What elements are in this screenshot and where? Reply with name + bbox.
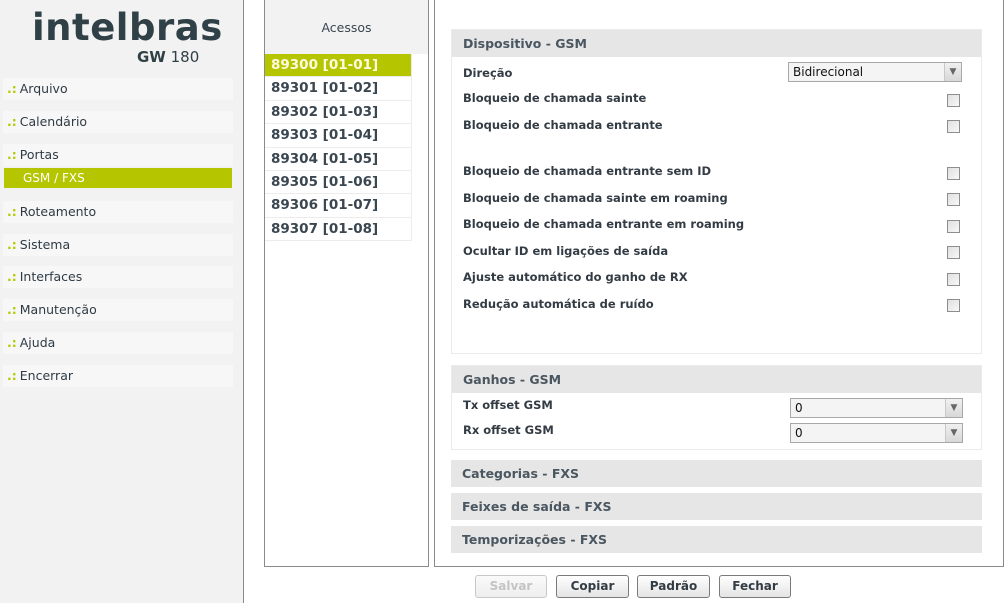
sidebar-item-label: Roteamento xyxy=(19,204,97,219)
sidebar-item-label: Encerrar xyxy=(19,368,73,383)
section-outgoing-fxs: Feixes de saída - FXS xyxy=(451,493,982,520)
section-header-device-gsm[interactable]: Dispositivo - GSM xyxy=(452,30,981,57)
rx-offset-label: Rx offset GSM xyxy=(463,423,554,437)
close-button[interactable]: Fechar xyxy=(719,575,791,598)
bullet-icon: .: xyxy=(7,269,17,284)
sidebar: intelbras GW 180 .: Arquivo .: Calendário … xyxy=(0,0,244,603)
bullet-icon: .: xyxy=(7,81,17,96)
section-header-timings-fxs[interactable]: Temporizações - FXS xyxy=(451,526,982,553)
sidebar-item-interfaces[interactable]: .: Interfaces xyxy=(3,266,233,288)
block-outgoing-roaming-checkbox[interactable] xyxy=(947,193,960,206)
checkbox-label: Bloqueio de chamada sainte em roaming xyxy=(463,191,728,205)
checkbox-label: Ajuste automático do ganho de RX xyxy=(463,270,688,284)
bullet-icon: .: xyxy=(7,147,17,162)
sidebar-item-calendario[interactable]: .: Calendário xyxy=(3,111,233,133)
block-incoming-no-id-checkbox[interactable] xyxy=(947,167,960,180)
bullet-icon: .: xyxy=(7,237,17,252)
section-categories-fxs: Categorias - FXS xyxy=(451,460,982,487)
bullet-icon: .: xyxy=(7,368,17,383)
chevron-down-icon: ▼ xyxy=(944,63,961,81)
sidebar-item-portas[interactable]: .: Portas xyxy=(3,144,233,166)
sidebar-item-label: Sistema xyxy=(19,237,71,252)
section-header-gains-gsm[interactable]: Ganhos - GSM xyxy=(452,366,981,393)
access-item[interactable]: 89303 [01-04] xyxy=(265,124,412,148)
hide-id-checkbox[interactable] xyxy=(947,246,960,259)
sidebar-subitem-gsm-fxs[interactable]: GSM / FXS xyxy=(4,168,232,188)
section-timings-fxs: Temporizações - FXS xyxy=(451,526,982,553)
sidebar-item-label: Manutenção xyxy=(19,302,97,317)
block-outgoing-checkbox[interactable] xyxy=(947,94,960,107)
access-item[interactable]: 89306 [01-07] xyxy=(265,194,412,218)
rx-offset-value: 0 xyxy=(795,426,803,440)
sidebar-item-sistema[interactable]: .: Sistema xyxy=(3,234,233,256)
config-panel: Dispositivo - GSM Direção Bidirecional ▼… xyxy=(434,0,1004,567)
tx-offset-label: Tx offset GSM xyxy=(463,398,553,412)
noise-reduction-checkbox[interactable] xyxy=(947,299,960,312)
checkbox-label: Bloqueio de chamada entrante em roaming xyxy=(463,217,745,231)
sidebar-item-ajuda[interactable]: .: Ajuda xyxy=(3,332,233,354)
sidebar-item-label: Arquivo xyxy=(19,81,68,96)
access-item[interactable]: 89301 [01-02] xyxy=(265,77,412,101)
model-prefix: GW xyxy=(137,48,166,66)
access-list: 89300 [01-01] 89301 [01-02] 89302 [01-03… xyxy=(265,54,412,242)
direction-select[interactable]: Bidirecional ▼ xyxy=(788,62,962,82)
direction-value: Bidirecional xyxy=(793,65,864,79)
tx-offset-select[interactable]: 0 ▼ xyxy=(790,398,963,418)
bullet-icon: .: xyxy=(7,335,17,350)
section-header-outgoing-fxs[interactable]: Feixes de saída - FXS xyxy=(451,493,982,520)
checkbox-label: Bloqueio de chamada entrante sem ID xyxy=(463,164,712,178)
copy-button[interactable]: Copiar xyxy=(556,575,629,598)
auto-rx-gain-checkbox[interactable] xyxy=(947,273,960,286)
access-item[interactable]: 89304 [01-05] xyxy=(265,147,412,171)
bullet-icon: .: xyxy=(7,114,17,129)
sidebar-item-label: Calendário xyxy=(19,114,88,129)
model-number: 180 xyxy=(170,48,200,66)
save-button[interactable]: Salvar xyxy=(475,575,547,598)
block-incoming-checkbox[interactable] xyxy=(947,120,960,133)
chevron-down-icon: ▼ xyxy=(945,424,962,442)
access-item[interactable]: 89307 [01-08] xyxy=(265,217,412,242)
bullet-icon: .: xyxy=(7,302,17,317)
block-incoming-roaming-checkbox[interactable] xyxy=(947,220,960,233)
checkbox-label: Bloqueio de chamada sainte xyxy=(463,91,647,105)
model-label: GW 180 xyxy=(137,48,199,66)
tx-offset-value: 0 xyxy=(795,401,803,415)
sidebar-item-label: Ajuda xyxy=(19,335,56,350)
checkbox-label: Bloqueio de chamada entrante xyxy=(463,118,663,132)
direction-label: Direção xyxy=(463,66,513,80)
access-panel: Acessos 89300 [01-01] 89301 [01-02] 8930… xyxy=(264,0,429,567)
section-header-categories-fxs[interactable]: Categorias - FXS xyxy=(451,460,982,487)
sidebar-item-manutencao[interactable]: .: Manutenção xyxy=(3,299,233,321)
chevron-down-icon: ▼ xyxy=(945,399,962,417)
access-header: Acessos xyxy=(265,0,428,54)
checkbox-label: Redução automática de ruído xyxy=(463,297,654,311)
section-device-gsm: Dispositivo - GSM Direção Bidirecional ▼… xyxy=(451,29,982,354)
sidebar-item-arquivo[interactable]: .: Arquivo xyxy=(3,78,233,100)
section-gains-gsm: Ganhos - GSM Tx offset GSM 0 ▼ Rx offset… xyxy=(451,365,982,450)
default-button[interactable]: Padrão xyxy=(637,575,710,598)
sidebar-item-label: Portas xyxy=(19,147,59,162)
access-item[interactable]: 89305 [01-06] xyxy=(265,170,412,195)
bullet-icon: .: xyxy=(7,204,17,219)
sidebar-item-roteamento[interactable]: .: Roteamento xyxy=(3,201,233,223)
access-item[interactable]: 89300 [01-01] xyxy=(265,54,412,78)
sidebar-item-encerrar[interactable]: .: Encerrar xyxy=(3,365,233,387)
rx-offset-select[interactable]: 0 ▼ xyxy=(790,423,963,443)
intelbras-logo: intelbras xyxy=(32,6,223,49)
checkbox-label: Ocultar ID em ligações de saída xyxy=(463,244,669,258)
access-item[interactable]: 89302 [01-03] xyxy=(265,100,412,125)
sidebar-item-label: Interfaces xyxy=(19,269,83,284)
